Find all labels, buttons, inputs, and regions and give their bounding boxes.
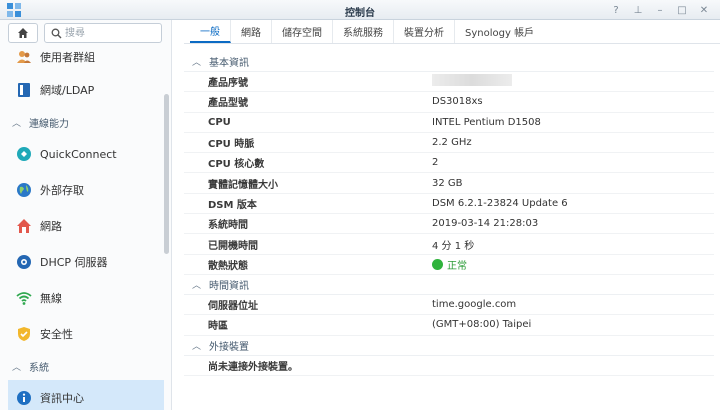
sidebar-nav: 使用者群組 網域/LDAP ︿ 連線能力 QuickConnect 外部存取 網… — [0, 42, 164, 410]
chevron-up-icon: ︿ — [12, 362, 22, 373]
info-row-cpu-clock: CPU 時脈 2.2 GHz — [184, 133, 714, 154]
home-button[interactable] — [8, 23, 38, 43]
redacted-serial — [432, 74, 512, 87]
chevron-up-icon: ︿ — [192, 341, 202, 352]
sidebar-item-label: 無線 — [40, 292, 62, 305]
sidebar-item-domain-ldap[interactable]: 網域/LDAP — [0, 72, 164, 108]
minimize-button[interactable]: – — [650, 2, 670, 18]
chevron-up-icon: ︿ — [192, 280, 202, 291]
tab-synology-account[interactable]: Synology 帳戶 — [455, 20, 544, 43]
sidebar-item-label: 使用者群組 — [40, 51, 95, 64]
info-content: ︿ 基本資訊 產品序號 產品型號 DS3018xs CPU INTEL Pent… — [184, 52, 714, 376]
sidebar-item-label: 網路 — [40, 220, 62, 233]
info-row-timezone: 時區 (GMT+08:00) Taipei — [184, 315, 714, 336]
chevron-up-icon: ︿ — [192, 58, 202, 68]
close-button[interactable]: ✕ — [694, 2, 714, 18]
sidebar-item-wireless[interactable]: 無線 — [0, 280, 164, 316]
directory-icon — [16, 82, 32, 98]
help-button[interactable]: ? — [606, 2, 626, 18]
dhcp-icon — [16, 254, 32, 270]
status-badge: 正常 — [447, 260, 467, 272]
sidebar-item-dhcp-server[interactable]: DHCP 伺服器 — [0, 244, 164, 280]
tab-services[interactable]: 系統服務 — [333, 20, 394, 43]
quickconnect-icon — [16, 146, 32, 162]
sidebar-scrollbar[interactable] — [164, 94, 169, 254]
sidebar-item-label: QuickConnect — [40, 147, 117, 161]
info-row-thermal-status: 散熱狀態 正常 — [184, 255, 714, 275]
user-group-icon — [16, 49, 32, 65]
sidebar-item-label: DHCP 伺服器 — [40, 256, 108, 269]
info-icon — [16, 390, 32, 406]
info-row-system-time: 系統時間 2019-03-14 21:28:03 — [184, 214, 714, 235]
sidebar-section-connectivity[interactable]: ︿ 連線能力 — [0, 108, 164, 136]
house-network-icon — [16, 218, 32, 234]
sidebar: 使用者群組 網域/LDAP ︿ 連線能力 QuickConnect 外部存取 — [0, 20, 172, 410]
section-time-info[interactable]: ︿ 時間資訊 — [184, 275, 714, 295]
section-basic-info[interactable]: ︿ 基本資訊 — [184, 52, 714, 72]
info-row-time-server: 伺服器位址 time.google.com — [184, 295, 714, 316]
maximize-button[interactable]: □ — [672, 2, 692, 18]
info-row-uptime: 已開機時間 4 分 1 秒 — [184, 234, 714, 255]
sidebar-item-security[interactable]: 安全性 — [0, 316, 164, 352]
status-ok-icon — [432, 258, 443, 270]
search-box[interactable] — [44, 23, 162, 43]
info-row-model: 產品型號 DS3018xs — [184, 92, 714, 113]
section-external-devices[interactable]: ︿ 外接裝置 — [184, 336, 714, 356]
sidebar-item-network[interactable]: 網路 — [0, 208, 164, 244]
sidebar-item-quickconnect[interactable]: QuickConnect — [0, 136, 164, 172]
info-row-memory: 實體記憶體大小 32 GB — [184, 173, 714, 194]
tab-general[interactable]: 一般 — [190, 20, 231, 43]
title-bar: 控制台 ? ⊥ – □ ✕ — [0, 0, 720, 20]
sidebar-item-label: 外部存取 — [40, 184, 84, 197]
sidebar-item-info-center[interactable]: 資訊中心 — [8, 380, 164, 410]
info-row-serial: 產品序號 — [184, 72, 714, 93]
wifi-icon — [16, 290, 32, 306]
sidebar-section-system[interactable]: ︿ 系統 — [0, 352, 164, 380]
sidebar-item-label: 安全性 — [40, 328, 73, 341]
info-row-cpu: CPU INTEL Pentium D1508 — [184, 113, 714, 133]
info-row-cpu-cores: CPU 核心數 2 — [184, 153, 714, 174]
info-row-no-external-devices: 尚未連接外接裝置。 — [184, 356, 714, 376]
sidebar-item-label: 資訊中心 — [40, 392, 84, 405]
sidebar-item-user-group[interactable]: 使用者群組 — [0, 42, 164, 72]
info-row-dsm-version: DSM 版本 DSM 6.2.1-23824 Update 6 — [184, 194, 714, 215]
tab-network[interactable]: 網路 — [231, 20, 272, 43]
tab-device-analytics[interactable]: 裝置分析 — [394, 20, 455, 43]
search-input[interactable] — [65, 26, 157, 40]
home-icon — [18, 28, 28, 38]
chevron-up-icon: ︿ — [12, 118, 22, 129]
tab-bar: 一般 網路 儲存空間 系統服務 裝置分析 Synology 帳戶 — [184, 20, 720, 44]
pin-button[interactable]: ⊥ — [628, 2, 648, 18]
search-icon — [51, 28, 62, 39]
sidebar-item-label: 網域/LDAP — [40, 84, 95, 97]
sidebar-item-external-access[interactable]: 外部存取 — [0, 172, 164, 208]
tab-storage[interactable]: 儲存空間 — [272, 20, 333, 43]
shield-icon — [16, 326, 32, 342]
globe-icon — [16, 182, 32, 198]
